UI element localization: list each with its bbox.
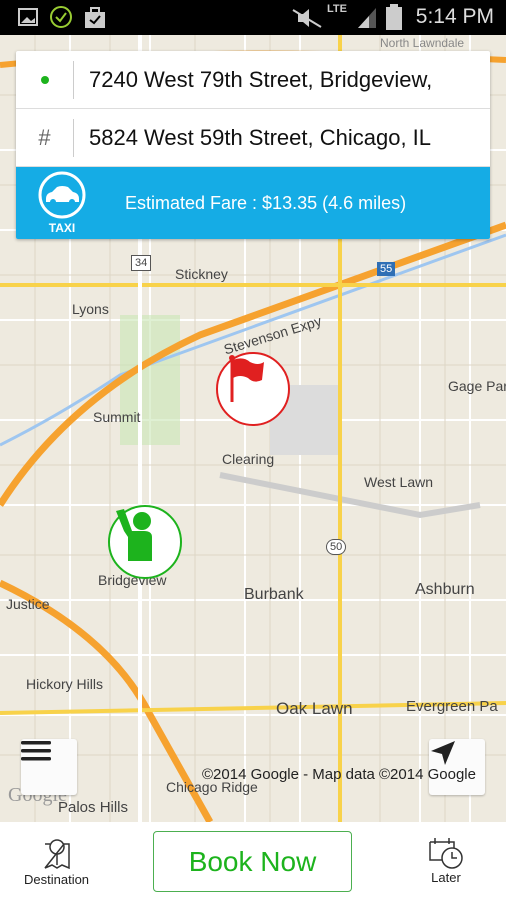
later-button[interactable]: Later (428, 836, 464, 885)
map-label: Gage Par (448, 378, 506, 394)
map-label: Ashburn (415, 581, 475, 598)
shopping-bag-icon (85, 7, 105, 28)
map-label: Lyons (72, 301, 109, 317)
route-card: 7240 West 79th Street, Bridgeview, # 582… (16, 51, 490, 239)
destination-label: Destination (24, 872, 90, 887)
map-label: Oak Lawn (276, 699, 353, 718)
status-bar: LTE 5:14 PM (0, 0, 506, 35)
hailing-person-icon (116, 509, 152, 561)
map-label: Summit (93, 409, 141, 425)
taxi-car-icon (38, 171, 86, 219)
map-label: Evergreen Pa (406, 698, 498, 715)
pickup-address[interactable]: 7240 West 79th Street, Bridgeview, (74, 67, 432, 93)
destination-flag-marker[interactable] (216, 352, 290, 426)
map-label: Stickney (175, 266, 228, 282)
network-label: LTE (327, 3, 347, 15)
map-copyright: ©2014 Google - Map data ©2014 Google (202, 766, 476, 783)
taxi-label: TAXI (48, 221, 76, 235)
highway-shield: 50 (326, 539, 347, 555)
flag-icon (229, 355, 264, 402)
check-circle-icon (50, 6, 72, 28)
gallery-icon (18, 8, 38, 26)
pickup-dot-icon (40, 75, 49, 84)
map-label: North Lawndale (380, 36, 465, 50)
bottom-bar: Destination Book Now Later (0, 822, 506, 900)
taxi-service[interactable]: TAXI (16, 171, 108, 235)
pickup-row[interactable]: 7240 West 79th Street, Bridgeview, (16, 51, 490, 109)
map-label: Palos Hills (58, 799, 129, 816)
destination-address[interactable]: 5824 West 59th Street, Chicago, IL (74, 125, 431, 151)
estimated-fare: Estimated Fare : $13.35 (4.6 miles) (125, 192, 407, 213)
map-label: Clearing (222, 451, 275, 467)
book-now-button[interactable]: Book Now (153, 831, 352, 892)
hamburger-menu-icon (21, 741, 51, 761)
destination-button[interactable]: Destination (24, 838, 89, 887)
mute-icon (292, 9, 322, 28)
map-pin-icon (43, 839, 70, 870)
hash-icon: # (38, 124, 51, 150)
later-label: Later (431, 870, 461, 885)
calendar-clock-icon (429, 838, 463, 869)
map-label: Hickory Hills (26, 676, 103, 692)
highway-shield: 55 (377, 262, 396, 276)
highway-shield: 34 (131, 255, 152, 271)
clock: 5:14 PM (415, 5, 494, 28)
fare-bar[interactable]: TAXI Estimated Fare : $13.35 (4.6 miles) (16, 167, 490, 239)
map-label: Burbank (244, 586, 304, 603)
menu-button[interactable] (21, 739, 77, 795)
map-label: West Lawn (364, 474, 433, 490)
signal-icon (358, 8, 376, 28)
pickup-person-marker[interactable] (108, 505, 182, 579)
battery-icon (386, 4, 402, 30)
navigation-arrow-icon (431, 741, 455, 765)
destination-row[interactable]: # 5824 West 59th Street, Chicago, IL (16, 109, 490, 167)
map-label: Justice (6, 596, 50, 612)
